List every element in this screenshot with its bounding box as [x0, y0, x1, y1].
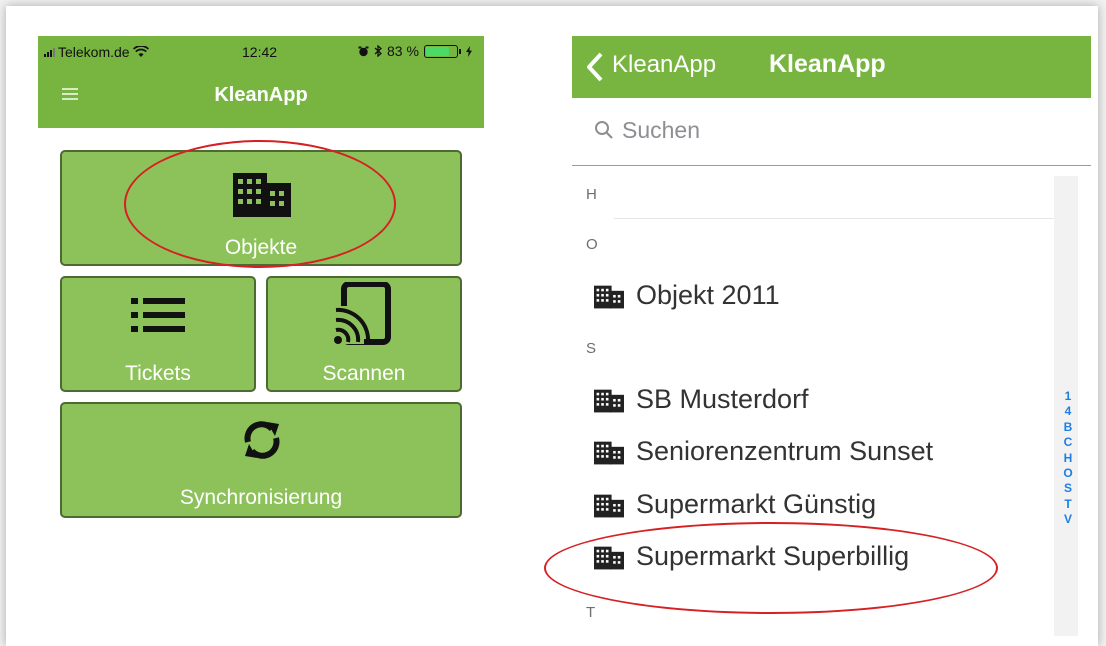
tickets-label: Tickets [125, 362, 191, 385]
back-button[interactable]: KleanApp [612, 51, 716, 79]
status-bar: Telekom.de 12:42 83 % [38, 36, 484, 66]
section-header-s: S [586, 340, 597, 357]
alarm-icon [358, 46, 369, 56]
list-item-label: Objekt 2011 [636, 280, 780, 310]
page-title: KleanApp [769, 50, 886, 78]
index-letter[interactable]: T [1058, 497, 1078, 512]
index-letter[interactable]: V [1058, 512, 1078, 527]
building-icon [594, 285, 624, 308]
battery-percent: 83 % [387, 43, 419, 59]
list-item-label: Supermarkt Superbillig [636, 541, 910, 571]
row-separator [614, 218, 1054, 219]
list-item[interactable]: Objekt 2011 [594, 280, 780, 311]
index-letter[interactable]: H [1058, 451, 1078, 466]
objekte-tile[interactable]: Objekte [60, 150, 462, 266]
sync-tile[interactable]: Synchronisierung [60, 402, 462, 518]
list-item[interactable]: Supermarkt Günstig [594, 489, 876, 520]
index-letter[interactable]: B [1058, 420, 1078, 435]
status-time: 12:42 [242, 44, 278, 60]
back-chevron-icon[interactable] [586, 52, 604, 82]
list-item-label: SB Musterdorf [636, 384, 809, 414]
building-icon [594, 546, 624, 569]
index-letter[interactable]: C [1058, 435, 1078, 450]
search-input[interactable]: Suchen [622, 117, 700, 144]
list-item[interactable]: SB Musterdorf [594, 384, 809, 415]
battery-icon [423, 44, 458, 58]
scannen-tile[interactable]: Scannen [266, 276, 462, 392]
app-title: KleanApp [214, 84, 308, 106]
bluetooth-icon [374, 45, 382, 57]
nfc-scan-icon [334, 282, 391, 345]
search-bar[interactable]: Suchen [572, 98, 1091, 166]
signal-icon [44, 47, 55, 57]
building-icon [233, 173, 291, 217]
carrier-info: Telekom.de [44, 44, 149, 60]
sync-icon [244, 421, 280, 459]
building-icon [594, 389, 624, 412]
building-icon [594, 494, 624, 517]
wifi-icon [132, 46, 149, 57]
battery-tip [458, 48, 461, 54]
building-icon [594, 441, 624, 464]
index-letter[interactable]: O [1058, 466, 1078, 481]
list-item[interactable]: Supermarkt Superbillig [594, 541, 909, 572]
left-app-header: Telekom.de 12:42 83 % KleanApp [38, 36, 484, 128]
section-index[interactable]: 14BCHOSTV [1058, 389, 1078, 528]
section-header-t: T [586, 604, 596, 621]
section-header-o: O [586, 236, 598, 253]
status-right: 83 % [358, 43, 472, 59]
carrier-name: Telekom.de [58, 44, 130, 60]
object-list[interactable]: H O Objekt 2011 S SB Musterdorf Senioren… [572, 166, 1091, 636]
section-header-h: H [586, 186, 597, 203]
index-letter[interactable]: S [1058, 481, 1078, 496]
index-letter[interactable]: 1 [1058, 389, 1078, 404]
list-icon [131, 298, 185, 332]
list-item[interactable]: Seniorenzentrum Sunset [594, 436, 933, 467]
objekte-label: Objekte [224, 236, 298, 259]
index-letter[interactable]: 4 [1058, 404, 1078, 419]
sync-label: Synchronisierung [179, 486, 343, 509]
right-app-header: KleanApp KleanApp [572, 36, 1091, 98]
scannen-label: Scannen [322, 362, 406, 385]
tickets-tile[interactable]: Tickets [60, 276, 256, 392]
charging-icon [465, 45, 472, 57]
search-icon [595, 121, 613, 139]
list-item-label: Supermarkt Günstig [636, 489, 877, 519]
list-item-label: Seniorenzentrum Sunset [636, 436, 934, 466]
